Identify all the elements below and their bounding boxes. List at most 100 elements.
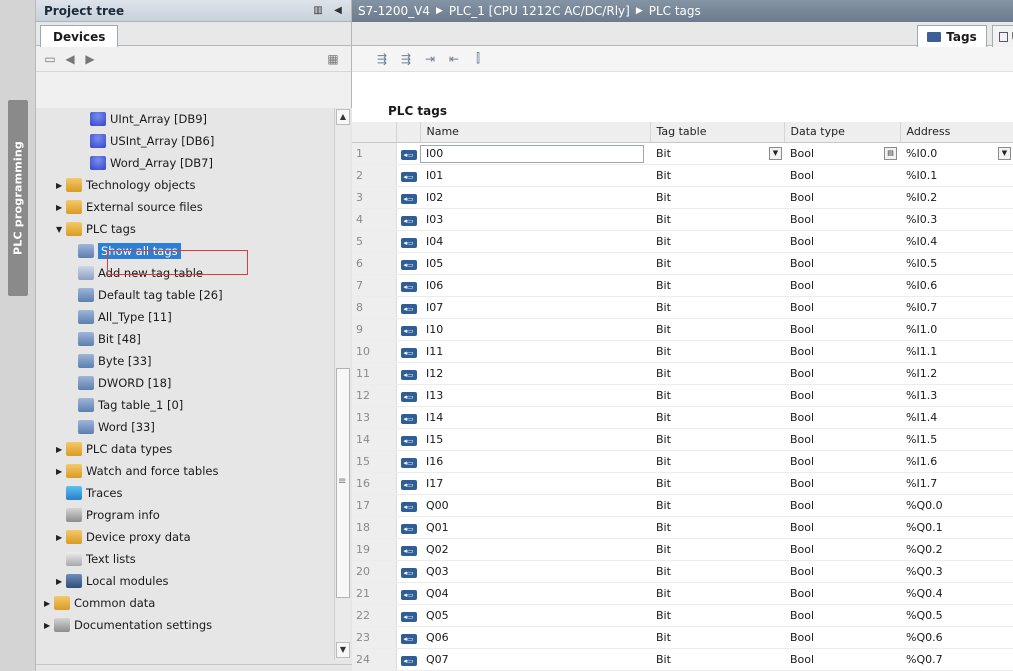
row-number[interactable]: 14 xyxy=(352,428,397,451)
cell-address[interactable]: %Q0.7 xyxy=(900,648,1013,671)
table-row[interactable]: 22 ◂▭ Q05 Bit Bool %Q0.5 xyxy=(352,604,1013,627)
table-row[interactable]: 21 ◂▭ Q04 Bit Bool %Q0.4 xyxy=(352,582,1013,605)
scroll-down-button[interactable]: ▼ xyxy=(336,642,350,658)
cell-data-type[interactable]: Bool ▤ xyxy=(784,142,900,165)
cell-tag-table[interactable]: Bit xyxy=(650,318,784,341)
tree-item[interactable]: ▶ Technology objects xyxy=(36,174,334,196)
cell-tag-table[interactable]: Bit ▼ xyxy=(650,142,784,165)
header-data-type[interactable]: Data type xyxy=(784,122,901,143)
cell-data-type[interactable]: Bool xyxy=(784,494,900,517)
cell-tag-table[interactable]: Bit xyxy=(650,450,784,473)
cell-data-type[interactable]: Bool xyxy=(784,384,900,407)
header-name[interactable]: Name xyxy=(420,122,651,143)
row-number[interactable]: 12 xyxy=(352,384,397,407)
cell-tag-table[interactable]: Bit xyxy=(650,472,784,495)
tag-table-dropdown-button[interactable]: ▼ xyxy=(769,146,782,160)
row-number[interactable]: 18 xyxy=(352,516,397,539)
row-number[interactable]: 5 xyxy=(352,230,397,253)
table-row[interactable]: 20 ◂▭ Q03 Bit Bool %Q0.3 xyxy=(352,560,1013,583)
cell-data-type[interactable]: Bool xyxy=(784,274,900,297)
row-number[interactable]: 19 xyxy=(352,538,397,561)
overview-icon[interactable]: ▦ xyxy=(325,51,341,67)
table-row[interactable]: 23 ◂▭ Q06 Bit Bool %Q0.6 xyxy=(352,626,1013,649)
table-row[interactable]: 14 ◂▭ I15 Bit Bool %I1.5 xyxy=(352,428,1013,451)
tree-item[interactable]: Word [33] xyxy=(36,416,334,438)
row-number[interactable]: 2 xyxy=(352,164,397,187)
cell-name[interactable]: Q03 xyxy=(420,560,650,583)
cell-address[interactable]: %I0.0 ▼ xyxy=(900,142,1013,165)
cell-address[interactable]: %I1.5 xyxy=(900,428,1013,451)
cell-data-type[interactable]: Bool xyxy=(784,296,900,319)
cell-tag-table[interactable]: Bit xyxy=(650,164,784,187)
header-address[interactable]: Address xyxy=(900,122,1013,143)
cell-name[interactable]: Q07 xyxy=(420,648,650,671)
cell-name[interactable]: I00 xyxy=(420,142,650,165)
new-view-icon[interactable]: ▭ xyxy=(42,51,58,67)
cell-tag-table[interactable]: Bit xyxy=(650,626,784,649)
tree-item[interactable]: Text lists xyxy=(36,548,334,570)
tree-item[interactable]: ▶ Common data xyxy=(36,592,334,614)
tree-item[interactable]: ▶ External source files xyxy=(36,196,334,218)
row-number[interactable]: 4 xyxy=(352,208,397,231)
row-number[interactable]: 10 xyxy=(352,340,397,363)
cell-name[interactable]: I15 xyxy=(420,428,650,451)
column-settings-icon[interactable]: ⫿ xyxy=(470,51,486,67)
cell-tag-table[interactable]: Bit xyxy=(650,582,784,605)
row-number[interactable]: 23 xyxy=(352,626,397,649)
table-row[interactable]: 13 ◂▭ I14 Bit Bool %I1.4 xyxy=(352,406,1013,429)
row-number[interactable]: 1 xyxy=(352,142,397,165)
cell-address[interactable]: %I0.2 xyxy=(900,186,1013,209)
expand-right-icon[interactable]: ▶ xyxy=(56,467,66,476)
cell-name[interactable]: I13 xyxy=(420,384,650,407)
row-number[interactable]: 15 xyxy=(352,450,397,473)
table-row[interactable]: 10 ◂▭ I11 Bit Bool %I1.1 xyxy=(352,340,1013,363)
tree-item[interactable]: USInt_Array [DB6] xyxy=(36,130,334,152)
breadcrumb-plc-tags[interactable]: PLC tags xyxy=(649,4,701,18)
tree-item[interactable]: Byte [33] xyxy=(36,350,334,372)
cell-address[interactable]: %Q0.4 xyxy=(900,582,1013,605)
table-row[interactable]: 6 ◂▭ I05 Bit Bool %I0.5 xyxy=(352,252,1013,275)
cell-address[interactable]: %I0.4 xyxy=(900,230,1013,253)
tree-item[interactable]: Default tag table [26] xyxy=(36,284,334,306)
cell-tag-table[interactable]: Bit xyxy=(650,560,784,583)
cell-tag-table[interactable]: Bit xyxy=(650,604,784,627)
cell-data-type[interactable]: Bool xyxy=(784,318,900,341)
table-row[interactable]: 1 ◂▭ I00 Bit ▼ Bool ▤ %I0.0 ▼ xyxy=(352,142,1013,165)
row-number[interactable]: 8 xyxy=(352,296,397,319)
cell-tag-table[interactable]: Bit xyxy=(650,340,784,363)
cell-data-type[interactable]: Bool xyxy=(784,560,900,583)
details-view-bar[interactable] xyxy=(36,664,352,671)
tree-item[interactable]: ▶ Local modules xyxy=(36,570,334,592)
table-row[interactable]: 2 ◂▭ I01 Bit Bool %I0.1 xyxy=(352,164,1013,187)
cell-data-type[interactable]: Bool xyxy=(784,208,900,231)
plc-programming-vertical-tab[interactable]: PLC programming xyxy=(8,100,28,296)
table-row[interactable]: 12 ◂▭ I13 Bit Bool %I1.3 xyxy=(352,384,1013,407)
cell-address[interactable]: %Q0.3 xyxy=(900,560,1013,583)
table-row[interactable]: 9 ◂▭ I10 Bit Bool %I1.0 xyxy=(352,318,1013,341)
table-row[interactable]: 19 ◂▭ Q02 Bit Bool %Q0.2 xyxy=(352,538,1013,561)
export-icon[interactable]: ⇥ xyxy=(422,51,438,67)
tab-user-constants[interactable]: U xyxy=(992,25,1013,47)
scroll-up-button[interactable]: ▲ xyxy=(336,109,350,125)
table-row[interactable]: 17 ◂▭ Q00 Bit Bool %Q0.0 xyxy=(352,494,1013,517)
cell-data-type[interactable]: Bool xyxy=(784,582,900,605)
row-number[interactable]: 3 xyxy=(352,186,397,209)
tree-item[interactable]: Tag table_1 [0] xyxy=(36,394,334,416)
cell-name[interactable]: I02 xyxy=(420,186,650,209)
cell-data-type[interactable]: Bool xyxy=(784,186,900,209)
cell-data-type[interactable]: Bool xyxy=(784,428,900,451)
cell-address[interactable]: %Q0.1 xyxy=(900,516,1013,539)
row-number[interactable]: 22 xyxy=(352,604,397,627)
tree-item[interactable]: All_Type [11] xyxy=(36,306,334,328)
expand-right-icon[interactable]: ▶ xyxy=(56,577,66,586)
cell-address[interactable]: %I0.5 xyxy=(900,252,1013,275)
cell-name[interactable]: Q00 xyxy=(420,494,650,517)
cell-address[interactable]: %I1.6 xyxy=(900,450,1013,473)
cell-name[interactable]: I07 xyxy=(420,296,650,319)
cell-name[interactable]: I03 xyxy=(420,208,650,231)
cell-name[interactable]: I05 xyxy=(420,252,650,275)
cell-address[interactable]: %I1.3 xyxy=(900,384,1013,407)
table-row[interactable]: 5 ◂▭ I04 Bit Bool %I0.4 xyxy=(352,230,1013,253)
tree-item[interactable]: Bit [48] xyxy=(36,328,334,350)
collapse-left-icon[interactable]: ◀ xyxy=(331,5,345,16)
